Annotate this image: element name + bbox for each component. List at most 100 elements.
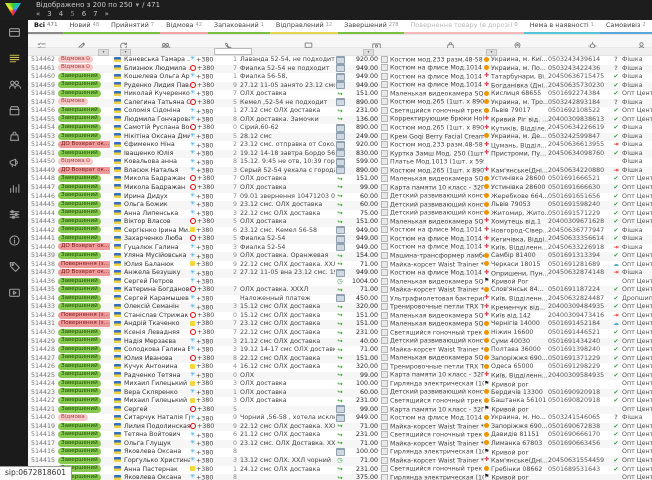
customer-name[interactable]: Віктор Власов [124, 218, 190, 227]
customer-name[interactable]: Захарченко Люба [124, 235, 190, 244]
tab-Відправлений[interactable]: Відправлений12 [270, 20, 338, 34]
customers-icon[interactable] [160, 36, 172, 46]
ttn-number[interactable]: 0501691281689 [548, 261, 610, 270]
ttn-number[interactable]: 20450634220880 [548, 167, 610, 176]
ttn-number[interactable]: 20450632824487 [548, 295, 610, 304]
ttn-number[interactable]: 20450631554459 [548, 457, 610, 466]
status-badge[interactable]: Завершений [58, 303, 101, 310]
status-badge[interactable]: Завершений [58, 354, 101, 361]
status-badge[interactable]: Завершений [58, 337, 101, 344]
pager-page-7[interactable]: 7 [93, 10, 97, 18]
customer-name[interactable]: Руденко Лидия Пав... [124, 82, 190, 91]
customer-name[interactable]: Горгулько Христина... [124, 457, 190, 466]
customer-name[interactable]: Тетяна Войтович [124, 431, 190, 440]
status-badge[interactable]: Завершений [58, 363, 101, 370]
pager-page-4[interactable]: 4 [59, 10, 63, 18]
customer-name[interactable]: Іващенко Юлія [124, 150, 190, 159]
tab-Запакований[interactable]: Запакований1 [208, 20, 270, 34]
manager-icon[interactable] [636, 36, 648, 46]
sidebar-item-purchases[interactable] [0, 124, 28, 150]
ttn-number[interactable]: 0503242599847 [548, 133, 610, 142]
ttn-number[interactable]: 0501691398240 [548, 346, 610, 355]
ttn-number[interactable]: 0501691666630 [548, 184, 610, 193]
status-badge[interactable]: Завершений [58, 133, 101, 140]
status-badge[interactable]: Завершений [58, 329, 101, 336]
customer-name[interactable]: Вера Скляренко [124, 389, 190, 398]
status-badge[interactable]: Завершений [58, 346, 101, 353]
pencil-icon[interactable] [76, 36, 88, 46]
ttn-number[interactable]: 0501690666170 [548, 431, 610, 440]
customer-name[interactable]: Николай Кучеренко [124, 90, 190, 99]
status-badge[interactable]: Відмова⊙ [58, 158, 93, 165]
customer-name[interactable]: Сергей [124, 406, 190, 415]
tab-Новий[interactable]: Новий48 [63, 20, 105, 34]
phone-cell[interactable]: ✳+380 [190, 473, 230, 480]
customer-name[interactable]: Катерина Богданова [124, 286, 190, 295]
status-badge[interactable]: Завершений [58, 107, 101, 114]
ttn-number[interactable]: 0503243439614 [548, 56, 610, 65]
status-badge[interactable]: Завершений [58, 124, 101, 131]
sidebar-item-dashboard[interactable] [0, 20, 28, 46]
customer-name[interactable]: Гуцалюк Галина [124, 244, 190, 253]
ttn-number[interactable]: 20400309838613 [548, 116, 610, 125]
ttn-number[interactable]: 0501690663456 [548, 440, 610, 449]
tab-Повернення товару (в дорозі)[interactable]: Повернення товару (в дорозі)0 [404, 20, 523, 34]
ttn-number[interactable]: 0501690672838 [548, 423, 610, 432]
status-badge[interactable]: Завершений [58, 371, 101, 378]
customer-name[interactable]: Радченко Тетяна [124, 372, 190, 381]
status-badge[interactable]: Завершений [58, 175, 101, 182]
status-badge[interactable]: Завершений [58, 423, 101, 430]
phone-cell[interactable]: +380 [190, 218, 230, 227]
phone-cell[interactable]: +380 [190, 320, 230, 329]
sidebar-item-store[interactable] [0, 98, 28, 124]
filter-select-4[interactable]: ▾ [486, 49, 497, 56]
customer-name[interactable]: Андрій Ткаченко [124, 320, 190, 329]
tab-Прийнятий[interactable]: Прийнятий7 [105, 20, 160, 34]
ttn-number[interactable]: 20400309671628 [548, 218, 610, 227]
status-badge[interactable]: Завершений [58, 226, 101, 233]
status-badge[interactable]: Завершений [58, 278, 101, 285]
customer-name[interactable]: Самотій Руслана Во... [124, 124, 190, 133]
customer-name[interactable]: Нікітіна Оксана Дми... [124, 133, 190, 142]
ttn-number[interactable]: 20450635730230 [548, 82, 610, 91]
status-badge[interactable]: ДО Возврат ок... [58, 269, 110, 276]
pager-first-button[interactable]: « [36, 10, 40, 18]
customer-name[interactable]: Микола Бадражан [124, 175, 190, 184]
ttn-number[interactable]: 0501691298229 [548, 363, 610, 372]
ttn-number[interactable]: 20400309484935 [548, 303, 610, 312]
pager-page-6[interactable]: 6 [82, 10, 86, 18]
phone-cell[interactable]: +380 [190, 175, 230, 184]
sidebar-item-customers[interactable] [0, 72, 28, 98]
tab-Всі[interactable]: Всі471 [28, 20, 63, 34]
ttn-number[interactable]: 0501691187224 [548, 286, 610, 295]
ttn-number[interactable]: 0501690920918 [548, 389, 610, 398]
tab-Самовивіз[interactable]: Самовивіз2 [600, 20, 652, 34]
status-badge[interactable]: Завершений [58, 431, 101, 438]
status-badge[interactable]: Завершений [58, 406, 101, 413]
tab-Нема в наявності[interactable]: Нема в наявності1 [524, 20, 600, 34]
status-badge[interactable]: Завершений [58, 286, 101, 293]
ttn-number[interactable]: 0503241546065 [548, 414, 610, 423]
customer-name[interactable]: Сергієнко Ірина Ми... [124, 227, 190, 236]
customer-name[interactable]: Кучук Антонина [124, 363, 190, 372]
chevron-down-icon[interactable]: ▾ [136, 1, 140, 9]
customer-name[interactable]: Анна Липенська [124, 210, 190, 219]
customer-name[interactable]: Михаил Гилецький [124, 397, 190, 406]
ttn-number[interactable]: 20450636613955 [548, 141, 610, 150]
customer-name[interactable]: Власюк Наталья [124, 167, 190, 176]
ttn-number[interactable]: 20400309473416 [548, 312, 610, 321]
ttn-number[interactable]: 0503243422436 [548, 65, 610, 74]
phone-cell[interactable]: +380 [190, 227, 230, 236]
customer-name[interactable]: Надія Мерзаєва [124, 338, 190, 347]
ttn-number[interactable]: 0501690820918 [548, 397, 610, 406]
sidebar-item-reports[interactable] [0, 176, 28, 202]
status-badge[interactable]: Відмова⊙ [58, 64, 93, 71]
customer-name[interactable]: Ольга Божик [124, 201, 190, 210]
status-badge[interactable]: Завершений [58, 457, 101, 464]
status-badge[interactable]: Завершений [58, 150, 101, 157]
status-badge[interactable]: Завершений [58, 388, 101, 395]
sidebar-item-settings-sliders[interactable] [0, 202, 28, 228]
customer-name[interactable]: Ирина Дидух [124, 193, 190, 202]
status-badge[interactable]: Завершений [58, 192, 101, 199]
customer-name[interactable]: Ольга Глущук [124, 440, 190, 449]
